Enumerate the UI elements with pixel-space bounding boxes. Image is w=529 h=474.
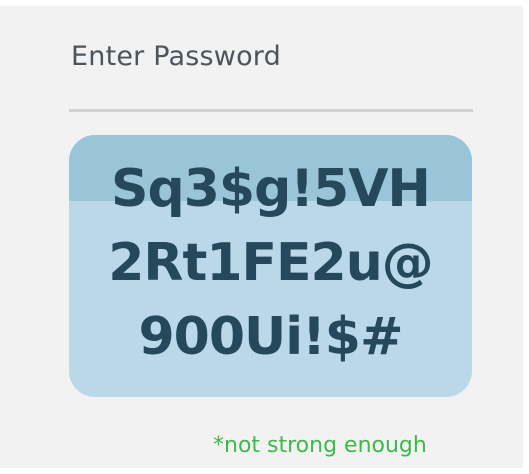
password-strength-message: *not strong enough <box>213 433 427 458</box>
password-value: Sq3$g!5VH 2Rt1FE2u@ 900Ui!$# <box>69 152 472 374</box>
password-line-1: Sq3$g!5VH <box>111 159 431 219</box>
password-line-3: 900Ui!$# <box>138 307 403 367</box>
generated-password-display[interactable]: Sq3$g!5VH 2Rt1FE2u@ 900Ui!$# <box>69 135 472 397</box>
password-field-underline <box>69 109 473 112</box>
password-field-label: Enter Password <box>71 41 281 72</box>
password-panel: Enter Password Sq3$g!5VH 2Rt1FE2u@ 900Ui… <box>0 6 523 468</box>
password-line-2: 2Rt1FE2u@ <box>108 233 434 293</box>
